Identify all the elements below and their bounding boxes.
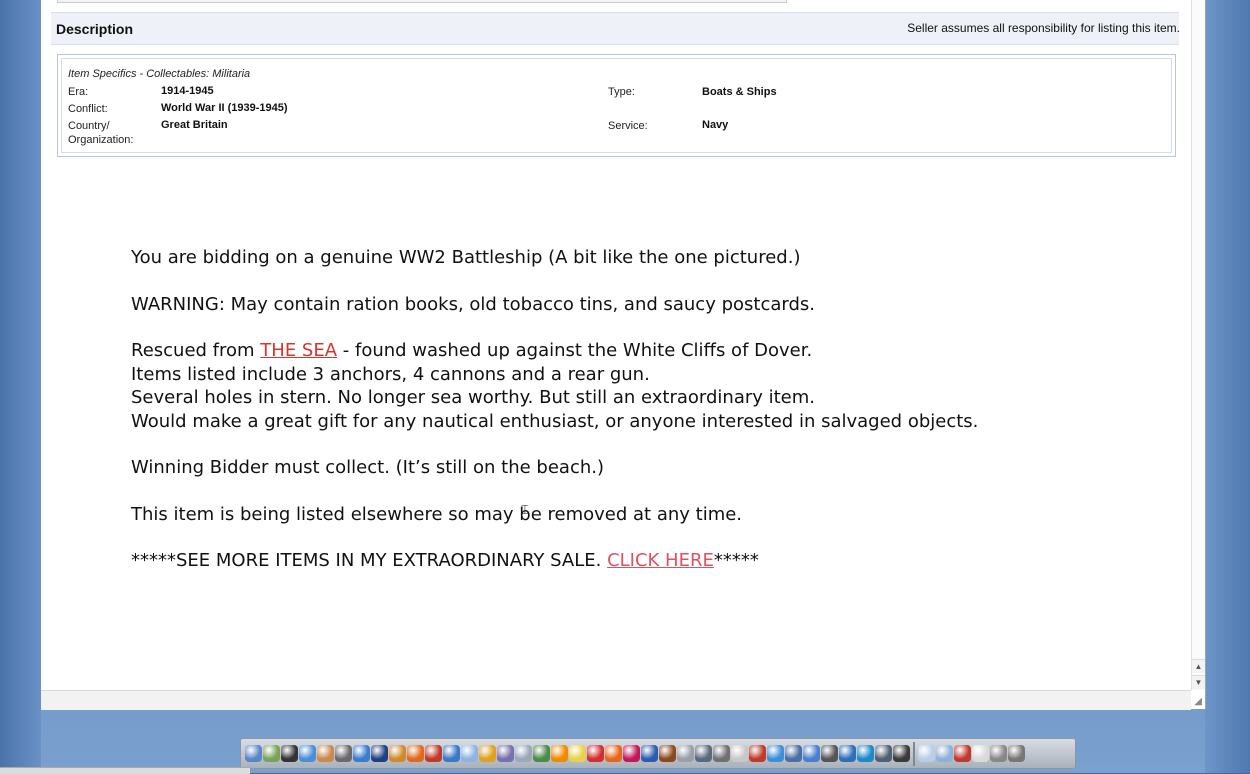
terminal-icon[interactable] <box>893 745 910 762</box>
service-value: Navy <box>702 119 729 131</box>
listing-line-1: You are bidding on a genuine WW2 Battles… <box>131 247 801 268</box>
line-3-prefix: Rescued from <box>131 340 261 361</box>
photoshop-icon[interactable] <box>641 745 658 762</box>
desktop-background-left <box>0 0 41 773</box>
network2-icon[interactable] <box>954 745 971 762</box>
listing-line-9: *****SEE MORE ITEMS IN MY EXTRAORDINARY … <box>131 549 1131 573</box>
line-9-suffix: ***** <box>713 550 759 571</box>
settings-icon[interactable] <box>803 745 820 762</box>
scroll-down-arrow-icon[interactable]: ▼ <box>1192 675 1205 689</box>
browser-window: Description Seller assumes all responsib… <box>41 0 1206 710</box>
listing-line-6: Would make a great gift for any nautical… <box>131 410 979 432</box>
listing-line-7: Winning Bidder must collect. (It’s still… <box>131 457 605 478</box>
arrow-icon[interactable] <box>839 745 856 762</box>
mail-icon[interactable] <box>443 745 460 762</box>
item-specifics-heading: Item Specifics - Collectables: Militaria <box>68 68 251 80</box>
printer-icon[interactable] <box>713 745 730 762</box>
item-specifics-box: Item Specifics - Collectables: Militaria… <box>57 54 1176 157</box>
mail2-icon[interactable] <box>972 745 989 762</box>
gear-icon[interactable] <box>821 745 838 762</box>
bridge-icon[interactable] <box>659 745 676 762</box>
trash-icon[interactable] <box>1008 745 1025 762</box>
listing-line-3: Rescued from THE SEA - found washed up a… <box>131 339 1131 363</box>
firefox2-icon[interactable] <box>605 745 622 762</box>
tools-icon[interactable] <box>695 745 712 762</box>
resize-grip-icon[interactable]: ◢ <box>1194 696 1202 707</box>
illustrator-icon[interactable] <box>551 745 568 762</box>
click-here-link[interactable]: CLICK HERE <box>607 550 714 571</box>
itunes-icon[interactable] <box>299 745 316 762</box>
calendar-icon[interactable] <box>425 745 442 762</box>
stickies-icon[interactable] <box>569 745 586 762</box>
photo-icon[interactable] <box>479 745 496 762</box>
listing-line-5: Several holes in stern. No longer sea wo… <box>131 387 816 408</box>
desktop-background-right <box>1205 0 1250 773</box>
dashboard-icon[interactable] <box>515 745 532 762</box>
description-header: Description Seller assumes all responsib… <box>51 12 1180 45</box>
listing-line-8: This item is being listed elsewhere so m… <box>131 503 743 525</box>
description-title: Description <box>56 21 134 37</box>
disk-icon[interactable] <box>875 745 892 762</box>
listing-description: You are bidding on a genuine WW2 Battles… <box>131 246 1131 573</box>
the-sea-link[interactable]: THE SEA <box>260 340 337 361</box>
game-icon[interactable] <box>533 745 550 762</box>
dock-separator <box>913 741 915 766</box>
conflict-value: World War II (1939-1945) <box>161 102 288 114</box>
acrobat-icon[interactable] <box>587 745 604 762</box>
burn-icon[interactable] <box>749 745 766 762</box>
news-icon[interactable] <box>335 745 352 762</box>
conflict-label: Conflict: <box>68 103 108 115</box>
network-icon[interactable] <box>785 745 802 762</box>
folder-icon[interactable] <box>389 745 406 762</box>
preview-icon[interactable] <box>263 745 280 762</box>
seller-responsibility-note: Seller assumes all responsibility for li… <box>907 21 1180 35</box>
country-value: Great Britain <box>161 119 228 131</box>
star-icon[interactable] <box>371 745 388 762</box>
previous-section-edge <box>57 0 787 3</box>
globe-icon[interactable] <box>857 745 874 762</box>
line-9-prefix: *****SEE MORE ITEMS IN MY EXTRAORDINARY … <box>131 550 608 571</box>
service-label: Service: <box>608 120 648 132</box>
dvd-icon[interactable] <box>281 745 298 762</box>
app-icon[interactable] <box>497 745 514 762</box>
safari-icon[interactable] <box>353 745 370 762</box>
type-value: Boats & Ships <box>702 86 777 98</box>
era-label: Era: <box>68 86 89 98</box>
notes-icon[interactable] <box>731 745 748 762</box>
pen-icon[interactable] <box>677 745 694 762</box>
camera-icon[interactable] <box>990 745 1007 762</box>
finder-icon[interactable] <box>245 745 262 762</box>
docs-icon[interactable] <box>918 745 935 762</box>
text-cursor-icon: ⌶ <box>521 502 529 517</box>
line-3-suffix: - found washed up against the White Clif… <box>337 340 813 361</box>
firefox-icon[interactable] <box>407 745 424 762</box>
person-icon[interactable] <box>317 745 334 762</box>
dock <box>240 738 1076 769</box>
vertical-scrollbar[interactable]: ▲ ▼ <box>1191 0 1205 690</box>
scroll-up-arrow-icon[interactable]: ▲ <box>1192 659 1205 673</box>
era-value: 1914-1945 <box>161 85 214 97</box>
item-specifics-inner: Item Specifics - Collectables: Militaria… <box>61 58 1172 153</box>
country-label: Country/ Organization: <box>68 120 134 146</box>
listing-line-4: Items listed include 3 anchors, 4 cannon… <box>131 363 650 385</box>
folder2-icon[interactable] <box>936 745 953 762</box>
type-label: Type: <box>608 86 635 98</box>
search-icon[interactable] <box>767 745 784 762</box>
music-icon[interactable] <box>461 745 478 762</box>
window-bottom-bar <box>41 690 1191 710</box>
indesign-icon[interactable] <box>623 745 640 762</box>
listing-line-2: WARNING: May contain ration books, old t… <box>131 293 815 315</box>
